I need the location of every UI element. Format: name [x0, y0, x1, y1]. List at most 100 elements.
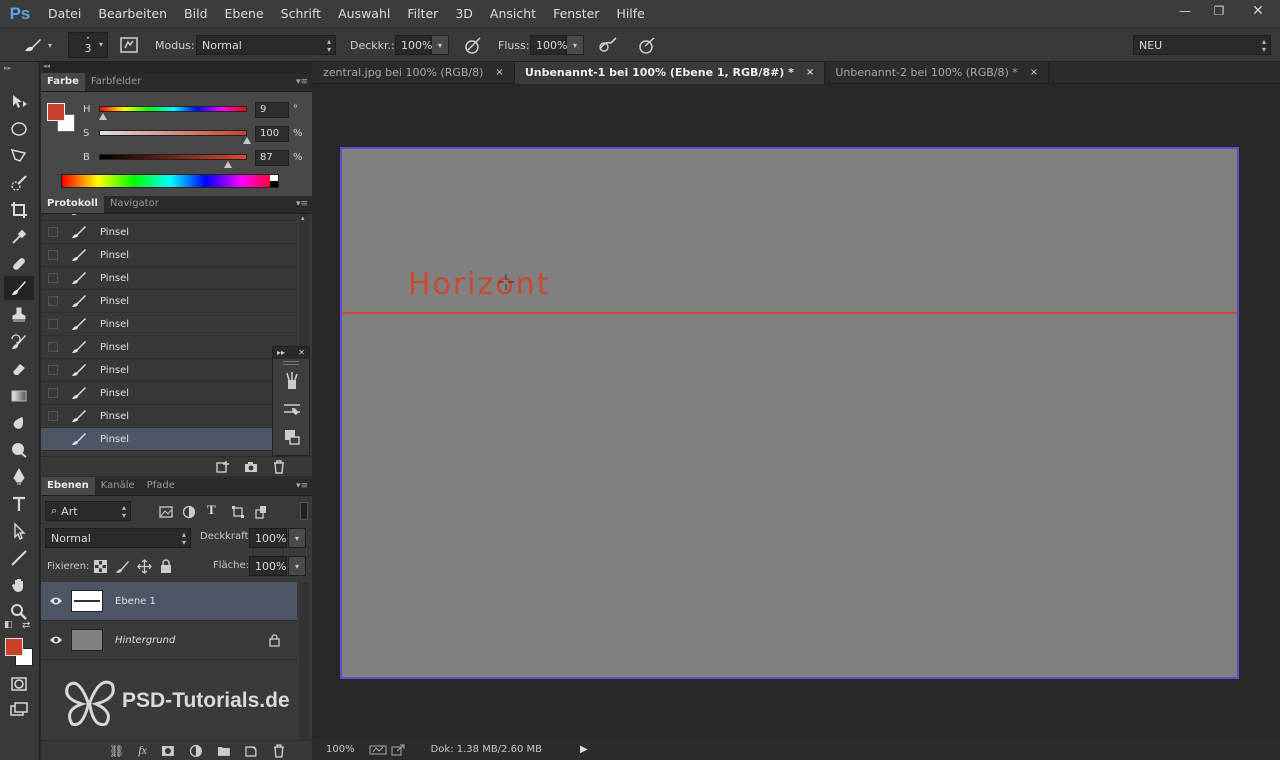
eyedropper-tool[interactable]: [4, 225, 34, 249]
visibility-eye-icon[interactable]: [41, 635, 71, 645]
menu-ansicht[interactable]: Ansicht: [482, 0, 545, 28]
hue-slider-thumb[interactable]: [98, 113, 107, 120]
brush-settings-icon[interactable]: [282, 399, 302, 419]
dodge-tool[interactable]: [4, 438, 34, 462]
brush-size-field[interactable]: • 3 ▾: [68, 32, 108, 58]
eraser-tool[interactable]: [4, 357, 34, 381]
layer-fill-dropdown[interactable]: ▾: [288, 556, 306, 576]
menu-hilfe[interactable]: Hilfe: [608, 0, 653, 28]
history-state-row[interactable]: Pinsel: [41, 359, 297, 382]
brush-tool[interactable]: [4, 276, 34, 300]
zoom-level[interactable]: 100%: [326, 744, 355, 755]
menu-schrift[interactable]: Schrift: [273, 0, 330, 28]
history-source-checkbox[interactable]: [48, 319, 58, 329]
opacity-input[interactable]: 100%: [395, 35, 432, 55]
flow-input[interactable]: 100%: [530, 35, 567, 55]
elliptical-marquee-tool[interactable]: [4, 117, 34, 141]
layer-opacity-dropdown[interactable]: ▾: [288, 528, 306, 548]
minimize-button[interactable]: —: [1168, 0, 1202, 22]
saturation-value-input[interactable]: 100: [255, 126, 289, 142]
color-spectrum-bar[interactable]: [61, 174, 279, 188]
delete-layer-trash-icon[interactable]: [272, 743, 286, 758]
menu-fenster[interactable]: Fenster: [545, 0, 608, 28]
foreground-color-swatch[interactable]: [5, 638, 23, 656]
clone-source-icon[interactable]: [282, 427, 302, 447]
default-colors-icon[interactable]: ◧: [4, 620, 13, 630]
history-state-row[interactable]: Pinsel: [41, 405, 297, 428]
tab-farbe[interactable]: Farbe: [41, 73, 85, 91]
layer-style-fx-icon[interactable]: fx: [138, 743, 147, 758]
airbrush-toggle[interactable]: [597, 28, 619, 62]
layer-opacity-input[interactable]: 100%: [249, 528, 287, 548]
restore-button[interactable]: ❐: [1202, 0, 1236, 22]
lock-pixels-icon[interactable]: [115, 559, 130, 574]
layer-name[interactable]: Hintergrund: [115, 635, 175, 646]
history-state-row[interactable]: Pinsel: [41, 214, 297, 221]
saturation-slider-track[interactable]: [99, 130, 247, 136]
history-state-row[interactable]: Pinsel: [41, 428, 297, 451]
doc-tab-unbenannt-1[interactable]: Unbenannt-1 bei 100% (Ebene 1, RGB/8#) *…: [514, 62, 826, 84]
history-source-checkbox[interactable]: [48, 227, 58, 237]
clone-stamp-tool[interactable]: [4, 303, 34, 327]
lock-position-icon[interactable]: [137, 559, 152, 574]
status-menu-arrow-icon[interactable]: ▶: [580, 744, 588, 755]
layer-filter-select[interactable]: ⌕ Art ▴ ▾: [45, 501, 131, 521]
pen-tool[interactable]: [4, 465, 34, 489]
history-state-row[interactable]: Pinsel: [41, 382, 297, 405]
lock-transparency-icon[interactable]: [94, 560, 107, 573]
swap-colors-icon[interactable]: ⇄: [22, 620, 30, 631]
visibility-eye-icon[interactable]: [41, 596, 71, 606]
link-layers-icon[interactable]: ⛓: [109, 744, 124, 758]
screen-mode-button[interactable]: [4, 698, 34, 722]
move-tool[interactable]: [4, 90, 34, 114]
line-tool[interactable]: [4, 546, 34, 570]
brush-panel-toggle[interactable]: [119, 28, 139, 62]
document-canvas[interactable]: Horizont: [340, 147, 1239, 679]
healing-brush-tool[interactable]: [4, 252, 34, 276]
close-button[interactable]: ✕: [1236, 0, 1280, 22]
quick-selection-tool[interactable]: [4, 171, 34, 195]
layers-panel-menu-icon[interactable]: ▾≡: [296, 481, 308, 491]
layer-blend-mode-select[interactable]: Normal ▴ ▾: [45, 528, 191, 548]
gradient-tool[interactable]: [4, 384, 34, 408]
history-source-checkbox[interactable]: [48, 434, 58, 444]
pressure-opacity-toggle[interactable]: [462, 28, 484, 62]
menu-auswahl[interactable]: Auswahl: [330, 0, 399, 28]
history-source-checkbox[interactable]: [48, 250, 58, 260]
layers-scrollbar[interactable]: [299, 582, 310, 740]
filter-adjustment-icon[interactable]: [182, 505, 196, 519]
float-close-icon[interactable]: ✕: [298, 347, 305, 359]
tab-navigator[interactable]: Navigator: [104, 195, 165, 213]
blur-tool[interactable]: [4, 411, 34, 435]
brush-preset-picker[interactable]: ▾: [22, 28, 52, 62]
history-state-row[interactable]: Pinsel: [41, 267, 297, 290]
opacity-dropdown-button[interactable]: ▾: [431, 35, 449, 55]
float-expand-icon[interactable]: ▸▸: [277, 347, 285, 359]
trash-icon[interactable]: [272, 459, 286, 474]
tab-farbfelder[interactable]: Farbfelder: [85, 73, 147, 91]
menu-datei[interactable]: Datei: [40, 0, 90, 28]
history-source-checkbox[interactable]: [48, 273, 58, 283]
layer-row-hintergrund[interactable]: Hintergrund: [41, 621, 297, 660]
menu-ebene[interactable]: Ebene: [217, 0, 273, 28]
layer-mask-icon[interactable]: [161, 744, 175, 758]
menu-bild[interactable]: Bild: [176, 0, 216, 28]
tab-ebenen[interactable]: Ebenen: [41, 477, 95, 495]
workspace-select[interactable]: NEU ▴ ▾: [1133, 35, 1271, 55]
flow-dropdown-button[interactable]: ▾: [566, 35, 584, 55]
history-state-row[interactable]: Pinsel: [41, 244, 297, 267]
tab-kanaele[interactable]: Kanäle: [95, 477, 141, 495]
history-source-checkbox[interactable]: [48, 411, 58, 421]
history-panel-menu-icon[interactable]: ▾≡: [296, 199, 308, 209]
layer-row-ebene-1[interactable]: Ebene 1: [41, 582, 297, 621]
menu-bearbeiten[interactable]: Bearbeiten: [90, 0, 176, 28]
tab-protokoll[interactable]: Protokoll: [41, 195, 104, 213]
doc-tab-zentral[interactable]: zentral.jpg bei 100% (RGB/8) ×: [313, 62, 515, 84]
color-panel-foreground-swatch[interactable]: [47, 103, 65, 121]
close-tab-icon[interactable]: ×: [1030, 62, 1038, 84]
blend-mode-select[interactable]: Normal ▴ ▾: [196, 35, 336, 55]
brush-presets-icon[interactable]: [282, 371, 302, 391]
cloud-sync-icon[interactable]: [369, 744, 387, 756]
history-state-row[interactable]: Pinsel: [41, 313, 297, 336]
filter-smart-object-icon[interactable]: [254, 505, 268, 519]
